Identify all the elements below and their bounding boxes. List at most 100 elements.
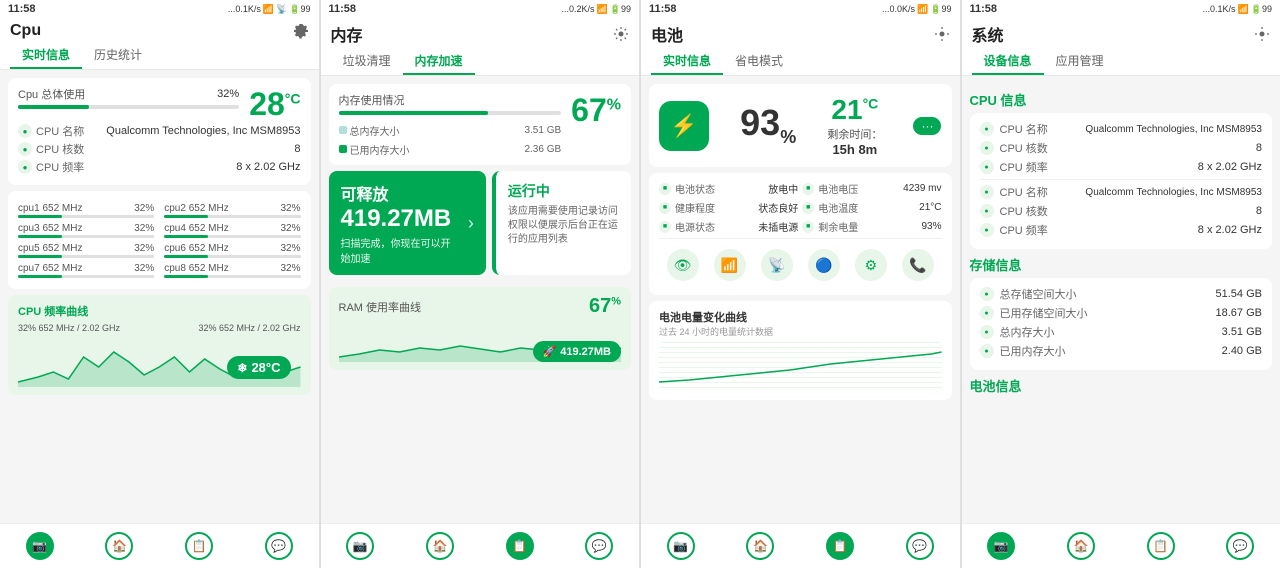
tab-realtime-cpu[interactable]: 实时信息 — [10, 42, 82, 69]
bat-stat-temp: ■ 电池温度 21°C — [802, 200, 941, 215]
nav-camera-bat[interactable]: 📷 — [667, 532, 695, 560]
battery-stats-card: ■ 电池状态 放电中 ■ 电池电压 4239 mv ■ 健康程度 状态良好 — [649, 173, 952, 295]
core8-pct: 32% — [280, 263, 300, 274]
tab-app-mgmt[interactable]: 应用管理 — [1044, 48, 1116, 75]
nav-camera-cpu[interactable]: 📷 — [26, 532, 54, 560]
sys-content: CPU 信息 ● CPU 名称 Qualcomm Technologies, I… — [962, 76, 1280, 523]
nav-chat-sys[interactable]: 💬 — [1226, 532, 1254, 560]
bat-func-wifi[interactable]: 📶 — [714, 249, 746, 281]
bat-temp-label: 电池温度 — [818, 200, 858, 215]
core3-pct: 32% — [134, 223, 154, 234]
cpu-panel: 11:58 ...0.1K/s 📶 📡 🔋99 Cpu 实时信息 历史统计 — [0, 0, 320, 568]
sys-cpu-card: ● CPU 名称 Qualcomm Technologies, Inc MSM8… — [970, 113, 1273, 249]
status-bar-bat: 11:58 ...0.0K/s 📶 🔋99 — [641, 0, 960, 18]
mem-gear-icon[interactable] — [613, 26, 629, 42]
nav-camera-mem[interactable]: 📷 — [346, 532, 374, 560]
bat-stat-status: ■ 电池状态 放电中 — [659, 181, 798, 196]
sys-title: 系统 — [972, 22, 1004, 46]
sys-cpu-name2-value: Qualcomm Technologies, Inc MSM8953 — [1085, 187, 1262, 198]
total-legend-label: 总内存大小 — [350, 123, 400, 138]
battery-chart-card: 电池电量变化曲线 过去 24 小时的电量统计数据 — [649, 301, 952, 400]
cpu-cores-value: 8 — [294, 143, 300, 155]
rocket-icon: 🚀 — [543, 345, 557, 358]
sys-cpu-freq2-value: 8 x 2.02 GHz — [1198, 224, 1262, 236]
sys-cpu-cores2-label: CPU 核数 — [1000, 203, 1050, 219]
core4-pct: 32% — [280, 223, 300, 234]
freq-info-2: 32% 652 MHz / 2.02 GHz — [198, 323, 300, 333]
core5-bar — [18, 255, 62, 258]
nav-list-bat[interactable]: 📋 — [826, 532, 854, 560]
nav-chat-bat[interactable]: 💬 — [906, 532, 934, 560]
sys-cpu-cores2-value: 8 — [1256, 205, 1262, 217]
tab-device-info[interactable]: 设备信息 — [972, 48, 1044, 75]
tab-trash-clean[interactable]: 垃圾清理 — [331, 48, 403, 75]
nav-list-sys[interactable]: 📋 — [1147, 532, 1175, 560]
core6-bar — [164, 255, 208, 258]
tab-history-cpu[interactable]: 历史统计 — [82, 42, 154, 69]
bat-func-phone[interactable]: 📞 — [902, 249, 934, 281]
sys-cpu-freq1-value: 8 x 2.02 GHz — [1198, 161, 1262, 173]
cpu-temp-badge: ❄ 28°C — [227, 356, 290, 379]
nav-home-cpu[interactable]: 🏠 — [105, 532, 133, 560]
nav-chat-mem[interactable]: 💬 — [585, 532, 613, 560]
nav-chat-cpu[interactable]: 💬 — [265, 532, 293, 560]
bat-gear-icon[interactable] — [934, 26, 950, 42]
nav-camera-sys[interactable]: 📷 — [987, 532, 1015, 560]
used-legend-dot — [339, 145, 347, 153]
cpu-badge-temp: 28°C — [251, 360, 280, 375]
status-time-mem: 11:58 — [329, 3, 357, 15]
bat-temp-icon: ■ — [802, 202, 814, 214]
release-desc: 扫描完成，你现在可以开始加速 — [341, 235, 460, 265]
sys-used-storage-icon: ● — [980, 306, 994, 320]
core-7: cpu7 652 MHz32% — [18, 263, 154, 281]
status-icons-sys: ...0.1K/s 📶 🔋99 — [1203, 4, 1272, 15]
bat-func-eye[interactable]: 👁 — [667, 249, 699, 281]
sys-cpu-freq1-row: ● CPU 频率 8 x 2.02 GHz — [980, 159, 1263, 175]
system-panel: 11:58 ...0.1K/s 📶 🔋99 系统 设备信息 应用管理 — [962, 0, 1280, 568]
nav-list-mem[interactable]: 📋 — [506, 532, 534, 560]
freq-info-1: 32% 652 MHz / 2.02 GHz — [18, 323, 120, 333]
status-bar-mem: 11:58 ...0.2K/s 📶 🔋99 — [321, 0, 640, 18]
nav-home-sys[interactable]: 🏠 — [1067, 532, 1095, 560]
bat-func-bluetooth[interactable]: 🔵 — [808, 249, 840, 281]
sys-gear-icon[interactable] — [1254, 26, 1270, 42]
cpu-chart-area: ❄ 28°C — [18, 337, 301, 387]
mem-percent: 67% — [571, 92, 621, 128]
total-legend-dot — [339, 126, 347, 134]
tab-save-mode[interactable]: 省电模式 — [723, 48, 795, 75]
sys-cpu-cores1-row: ● CPU 核数 8 — [980, 140, 1263, 156]
core7-pct: 32% — [134, 263, 154, 274]
bat-bottom-nav: 📷 🏠 📋 💬 — [641, 523, 960, 568]
sys-cpu-freq2-row: ● CPU 频率 8 x 2.02 GHz — [980, 222, 1263, 238]
network-speed-mem: ...0.2K/s — [562, 4, 595, 14]
sys-cores2-icon: ● — [980, 204, 994, 218]
tab-realtime-bat[interactable]: 实时信息 — [651, 48, 723, 75]
cpu-header: Cpu 实时信息 历史统计 — [0, 18, 319, 70]
sys-cpu-freq2-label: CPU 频率 — [1000, 222, 1050, 238]
battery-icon-sys: 🔋99 — [1251, 4, 1272, 15]
sys-total-ram-label: 总内存大小 — [1000, 324, 1055, 340]
release-card[interactable]: 可释放 419.27MB 扫描完成，你现在可以开始加速 › — [329, 171, 486, 275]
ram-chart-card: RAM 使用率曲线 67% 🚀 419.27MB — [329, 287, 632, 370]
tab-mem-boost[interactable]: 内存加速 — [403, 48, 475, 75]
nav-list-cpu[interactable]: 📋 — [185, 532, 213, 560]
core-2: cpu2 652 MHz32% — [164, 203, 300, 221]
ram-chart-pct: 67% — [589, 295, 621, 318]
nav-home-bat[interactable]: 🏠 — [746, 532, 774, 560]
mem-bar-container — [339, 111, 562, 115]
core1-name: cpu1 652 MHz — [18, 203, 82, 214]
cpu-cores-icon: ● — [18, 142, 32, 156]
cpu-name-label: CPU 名称 — [36, 123, 84, 139]
cpu-cores-card: cpu1 652 MHz32% cpu2 652 MHz32% cpu3 652… — [8, 191, 311, 289]
battery-more-btn[interactable]: ··· — [913, 117, 941, 135]
core3-bar — [18, 235, 62, 238]
core8-bar — [164, 275, 208, 278]
bat-func-settings[interactable]: ⚙ — [855, 249, 887, 281]
nav-home-mem[interactable]: 🏠 — [426, 532, 454, 560]
cpu-overall-card: Cpu 总体使用 32% 28°C ● CPU 名称 Qualcomm Tec — [8, 78, 311, 185]
core1-bar — [18, 215, 62, 218]
gear-icon[interactable] — [293, 23, 309, 39]
core-1: cpu1 652 MHz32% — [18, 203, 154, 221]
bat-voltage-icon: ■ — [802, 183, 814, 195]
bat-func-signal[interactable]: 📡 — [761, 249, 793, 281]
